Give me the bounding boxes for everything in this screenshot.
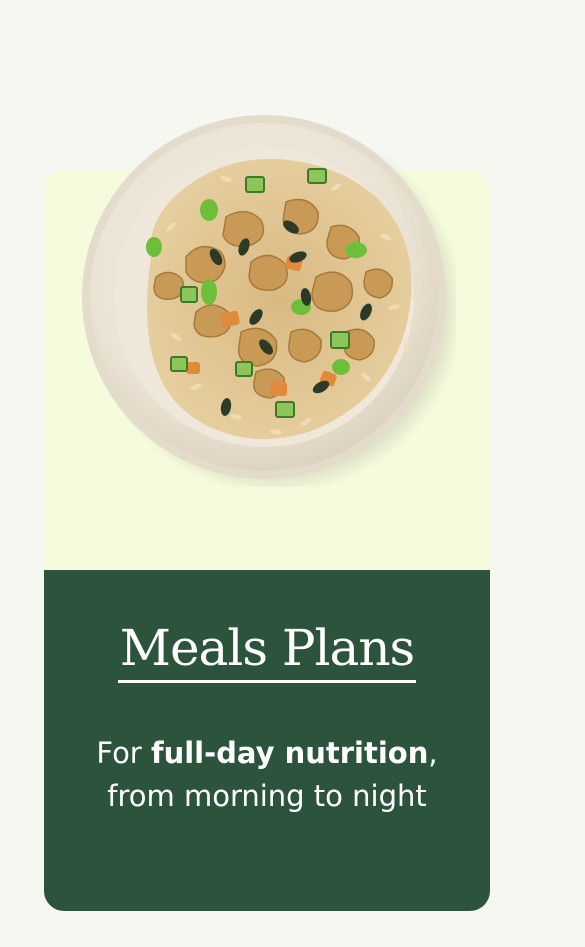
card-subtitle: For full-day nutrition, from morning to … <box>84 732 450 818</box>
card-title-link[interactable]: Meals Plans <box>117 618 417 683</box>
subtitle-part1: For <box>96 736 151 770</box>
subtitle-bold: full-day nutrition <box>150 736 429 770</box>
card-title[interactable]: Meals Plans <box>44 618 490 683</box>
card-text-area: Meals Plans For full-day nutrition, from… <box>44 570 490 911</box>
meal-bowl-image <box>76 107 456 487</box>
page: Meals Plans For full-day nutrition, from… <box>0 0 585 947</box>
bowl-of-curry-with-rice-icon <box>82 115 456 487</box>
